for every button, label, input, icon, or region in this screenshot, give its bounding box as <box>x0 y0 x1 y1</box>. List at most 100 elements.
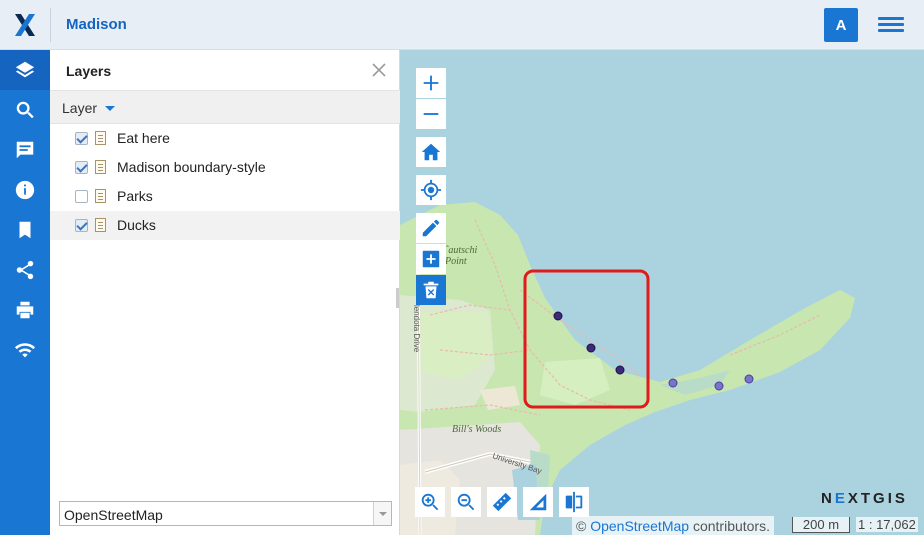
pencil-icon <box>422 219 440 237</box>
menu-icon-bar <box>878 29 904 32</box>
measure-area-button[interactable] <box>523 487 553 517</box>
app-title[interactable]: Madison <box>66 16 127 33</box>
duck-point[interactable] <box>586 343 596 353</box>
map-label-drive: lendota Drive <box>412 305 421 353</box>
sort-down-icon <box>105 106 115 111</box>
panel-resize-handle[interactable] <box>396 288 399 308</box>
close-icon <box>372 63 386 77</box>
duck-point[interactable] <box>714 381 724 391</box>
layer-name: Parks <box>117 188 153 204</box>
duck-point[interactable] <box>668 378 678 388</box>
osm-link[interactable]: OpenStreetMap <box>590 518 689 534</box>
scale-ratio: 1 : 17,062 <box>856 517 918 532</box>
share-icon <box>16 260 34 280</box>
basemap-value: OpenStreetMap <box>64 507 163 523</box>
vector-layer-icon <box>95 160 106 174</box>
panel-title: Layers <box>66 63 112 79</box>
minus-icon <box>423 113 439 115</box>
scale-line: 200 m <box>792 517 850 533</box>
layer-checkbox[interactable] <box>75 132 88 145</box>
attribution-text: contributors. <box>692 518 770 534</box>
duck-point[interactable] <box>744 374 754 384</box>
rail-messages-button[interactable] <box>0 130 50 170</box>
rail-info-button[interactable] <box>0 170 50 210</box>
locate-me-button[interactable] <box>416 175 446 205</box>
zoom-in-tool-button[interactable] <box>415 487 445 517</box>
rail-geolocation-button[interactable] <box>0 330 50 370</box>
zoom-out-button[interactable] <box>416 99 446 129</box>
rail-bookmarks-button[interactable] <box>0 210 50 250</box>
layers-icon <box>15 61 35 78</box>
layer-row[interactable]: Madison boundary-style <box>50 153 400 182</box>
crosshair-icon <box>420 179 442 201</box>
layer-row[interactable]: Parks <box>50 182 400 211</box>
nextgis-x-icon <box>15 14 35 36</box>
logo-part: N <box>821 490 835 507</box>
user-avatar-button[interactable]: A <box>824 8 858 42</box>
map-tiles: ˆautschi Point Bill's Woods lendota Driv… <box>400 202 924 535</box>
chevron-down-icon[interactable] <box>373 502 391 525</box>
nextgis-logo: NEXTGIS <box>821 490 908 507</box>
info-icon <box>15 180 35 200</box>
layer-checkbox[interactable] <box>75 190 88 203</box>
layer-column-header[interactable]: Layer <box>50 90 400 124</box>
duck-point[interactable] <box>615 365 625 375</box>
app-logo[interactable] <box>0 0 50 50</box>
layers-panel: Layers Layer Eat here Madison boundary-s… <box>50 50 400 535</box>
layer-row[interactable]: Ducks <box>50 211 400 240</box>
header-divider <box>50 8 51 42</box>
top-header: Madison A <box>0 0 924 50</box>
print-icon <box>16 301 34 319</box>
zoom-out-tool-button[interactable] <box>451 487 481 517</box>
rail-search-button[interactable] <box>0 90 50 130</box>
layer-name: Eat here <box>117 130 170 146</box>
menu-icon-bar <box>878 17 904 20</box>
layer-checkbox[interactable] <box>75 219 88 232</box>
duck-point[interactable] <box>553 311 563 321</box>
wifi-icon <box>14 343 36 358</box>
search-icon <box>16 101 34 119</box>
hamburger-menu-button[interactable] <box>874 13 908 37</box>
vector-layer-icon <box>95 189 106 203</box>
logo-part: XTGIS <box>847 490 908 507</box>
edit-button[interactable] <box>416 213 446 243</box>
vector-layer-icon <box>95 131 106 145</box>
map-attribution: © OpenStreetMap contributors. <box>572 516 774 535</box>
add-box-icon <box>422 250 440 268</box>
layer-name: Ducks <box>117 217 156 233</box>
message-icon <box>16 141 34 159</box>
map-label-woods: Bill's Woods <box>452 424 501 435</box>
vector-layer-icon <box>95 218 106 232</box>
left-toolbar <box>0 50 50 535</box>
measure-distance-button[interactable] <box>487 487 517 517</box>
bookmark-icon <box>19 221 31 239</box>
layer-row[interactable]: Eat here <box>50 124 400 153</box>
area-ruler-icon <box>529 493 547 511</box>
add-feature-button[interactable] <box>416 244 446 274</box>
rail-layers-button[interactable] <box>0 50 50 90</box>
zoom-out-icon <box>457 493 475 511</box>
logo-accent: E <box>834 490 848 507</box>
map-canvas[interactable]: ˆautschi Point Bill's Woods lendota Driv… <box>400 50 924 535</box>
swipe-compare-button[interactable] <box>559 487 589 517</box>
trash-icon <box>423 281 439 299</box>
compare-icon <box>565 491 583 513</box>
rail-share-button[interactable] <box>0 250 50 290</box>
map-label-point-line1: ˆautschi <box>445 245 477 256</box>
rail-print-button[interactable] <box>0 290 50 330</box>
delete-feature-button[interactable] <box>416 275 446 305</box>
basemap-select[interactable]: OpenStreetMap <box>59 501 392 526</box>
ruler-icon <box>492 492 512 512</box>
attribution-copyright: © <box>576 518 587 534</box>
home-button[interactable] <box>416 137 446 167</box>
zoom-in-button[interactable] <box>416 68 446 98</box>
layer-name: Madison boundary-style <box>117 159 266 175</box>
layer-column-label: Layer <box>62 100 98 116</box>
plus-icon <box>423 75 439 91</box>
panel-close-button[interactable] <box>368 59 390 81</box>
menu-icon-bar <box>878 23 904 26</box>
home-icon <box>421 143 441 161</box>
zoom-in-icon <box>421 493 439 511</box>
map-label-point-line2: Point <box>444 256 467 267</box>
layer-checkbox[interactable] <box>75 161 88 174</box>
